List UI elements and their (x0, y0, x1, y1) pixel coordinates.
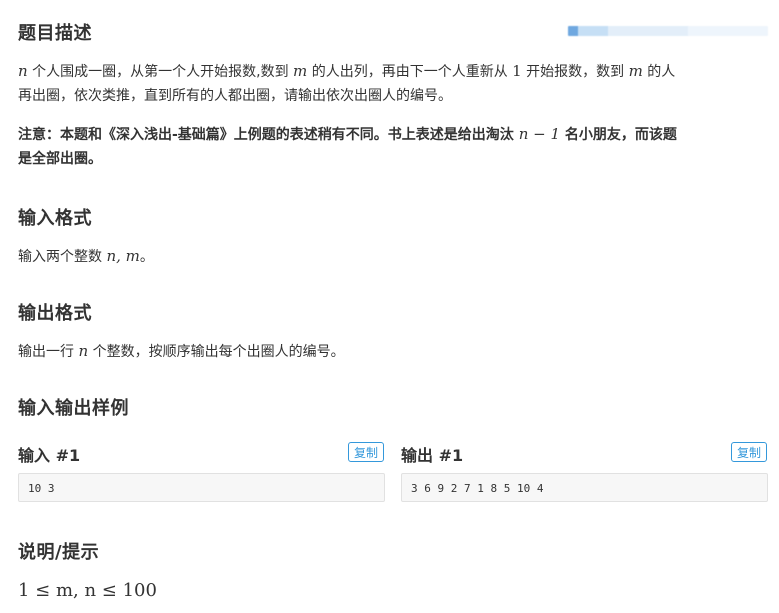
sample-output-label: 输出 #1 (401, 446, 464, 465)
input-format-heading: 输入格式 (18, 208, 92, 229)
output-format-text: 输出一行 n 个整数，按顺序输出每个出圈人的编号。 (18, 342, 345, 360)
description-body: n 个人围成一圈，从第一个人开始报数,数到 m 的人出列，再由下一个人重新从 1… (18, 59, 768, 171)
hint-constraint: 1 ≤ m, n ≤ 100 (18, 580, 157, 601)
description-title-row: 题目描述 (18, 19, 768, 45)
output-format-heading: 输出格式 (18, 303, 92, 324)
hint-heading: 说明/提示 (18, 542, 100, 563)
samples-heading: 输入输出样例 (18, 398, 129, 419)
copy-output-button[interactable]: 复制 (731, 442, 768, 462)
input-format-section: 输入格式 输入两个整数 n, m。 (18, 204, 768, 269)
blurred-badge (568, 26, 768, 36)
var-n: n (18, 62, 28, 80)
output-format-section: 输出格式 输出一行 n 个整数，按顺序输出每个出圈人的编号。 (18, 299, 768, 364)
sample-input-label: 输入 #1 (18, 446, 81, 465)
note-paragraph: 注意：本题和《深入浅出-基础篇》上例题的表述稍有不同。书上表述是给出淘汰 n −… (18, 125, 677, 167)
samples-section: 输入输出样例 (18, 394, 768, 420)
sample-boxes: 输入 #1 复制 10 3 输出 #1 复制 3 6 9 2 7 1 8 5 1… (18, 442, 768, 504)
copy-input-button[interactable]: 复制 (348, 442, 385, 462)
sample-output-box[interactable]: 3 6 9 2 7 1 8 5 10 4 (401, 473, 768, 502)
hint-section: 说明/提示 1 ≤ m, n ≤ 100 (18, 538, 768, 603)
sample-input-box[interactable]: 10 3 (18, 473, 385, 502)
description-paragraph: n 个人围成一圈，从第一个人开始报数,数到 m 的人出列，再由下一个人重新从 1… (18, 62, 676, 104)
input-format-text: 输入两个整数 n, m。 (18, 247, 154, 265)
